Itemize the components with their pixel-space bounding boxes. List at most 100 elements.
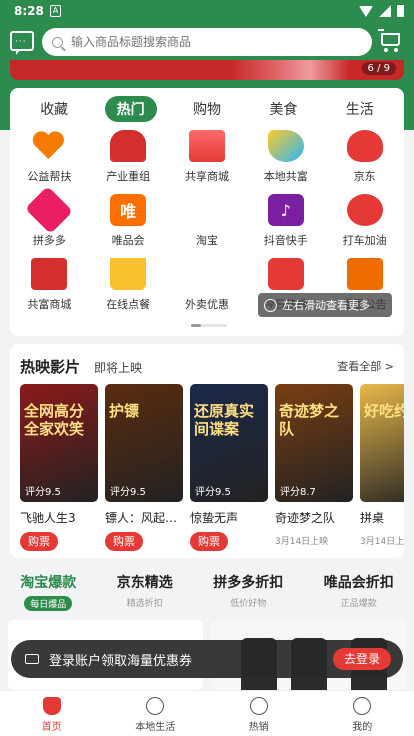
movies-upcoming-tab[interactable]: 即将上映	[94, 359, 142, 376]
movie-score: 评分9.5	[195, 487, 231, 498]
grid-item-label: 淘宝	[195, 234, 218, 247]
grid-item-label: 打车加油	[342, 234, 387, 247]
grid-item[interactable]: 淘淘宝	[168, 194, 247, 250]
grid-item[interactable]: 共富商城	[10, 258, 89, 314]
shop-tab-name: 拼多多折扣	[213, 575, 284, 591]
movie-poster[interactable]: 奇迹梦之队 评分8.7	[275, 384, 353, 502]
flame-icon	[249, 697, 268, 715]
grid-scroll-indicator	[191, 324, 227, 327]
taobao-icon: 淘	[198, 202, 215, 221]
shop-tab[interactable]: 京东精选 精选折扣	[117, 572, 173, 612]
grid-item[interactable]: 公益帮扶	[10, 130, 89, 186]
wifi-icon	[359, 5, 373, 17]
shop-tab[interactable]: 淘宝爆款 每日爆品	[20, 572, 76, 612]
status-time: 8:28	[14, 4, 44, 18]
movies-title[interactable]: 热映影片	[20, 356, 80, 377]
promo-banner[interactable]: 6 / 9	[10, 60, 404, 80]
banner-image	[230, 60, 350, 80]
home-icon	[42, 697, 61, 715]
login-button[interactable]: 去登录	[333, 648, 391, 670]
shop-tab-subtitle: 每日爆品	[24, 596, 73, 611]
movie-card[interactable]: 还原真实间谍案评分9.5 惊蛰无声购票	[190, 384, 268, 551]
movie-card[interactable]: 护镖评分9.5 镖人：风起… 购票	[105, 384, 183, 551]
shop-tab[interactable]: 唯品会折扣 正品爆款	[324, 572, 394, 612]
search-bar[interactable]	[42, 28, 372, 56]
grid-item[interactable]: 产业重组	[89, 130, 168, 186]
login-toast: 登录账户领取海量优惠券 去登录	[11, 640, 403, 678]
news-icon	[346, 258, 383, 290]
poster-headline: 还原真实间谍案	[194, 402, 255, 438]
shop-tab-name: 京东精选	[116, 575, 173, 591]
fries-icon	[110, 258, 147, 290]
grid-item[interactable]: 唯唯品会	[89, 194, 168, 250]
grid-item-label: 产业重组	[106, 170, 151, 183]
nav-item-label: 本地生活	[135, 722, 176, 733]
shopping-bag-icon	[188, 130, 225, 162]
coupon-icon	[25, 654, 39, 664]
shop-tab-subtitle: 低价好物	[230, 599, 267, 609]
category-tabs: 收藏 热门 购物 美食 生活	[10, 96, 404, 122]
movie-poster[interactable]: 好吃约会	[360, 384, 404, 502]
shop-tab-name: 唯品会折扣	[323, 575, 394, 591]
movies-header: 热映影片 即将上映	[20, 356, 142, 377]
buy-ticket-button[interactable]: 购票	[20, 532, 58, 551]
login-toast-text: 登录账户领取海量优惠券	[49, 653, 193, 669]
poster-headline: 全网高分全家欢笑	[24, 402, 85, 438]
movies-view-all-link[interactable]: 查看全部 >	[337, 358, 394, 374]
sim-notification-icon: A	[50, 5, 61, 17]
movie-card[interactable]: 好吃约会拼桌 3月14日上映	[360, 384, 404, 551]
shop-tab-subtitle: 精选折扣	[126, 599, 163, 609]
movie-card[interactable]: 全网高分全家欢笑 评分9.5 飞驰人生3 购票	[20, 384, 98, 551]
category-tab[interactable]: 收藏	[28, 96, 80, 122]
movie-title: 镖人：风起…	[105, 511, 178, 525]
search-input[interactable]	[71, 35, 351, 49]
map-pin-icon	[267, 130, 304, 162]
shop-tab-name: 淘宝爆款	[20, 575, 77, 591]
pinduoduo-icon	[25, 185, 74, 235]
category-tab[interactable]: 美食	[257, 96, 309, 122]
grid-item[interactable]: 打车加油	[325, 194, 404, 250]
grid-item[interactable]: ♪ 抖音快手	[246, 194, 325, 250]
deer-icon: ≻	[200, 264, 214, 284]
grid-item[interactable]: ≻ 外卖优惠	[168, 258, 247, 314]
category-grid: 公益帮扶 产业重组 共享商城 本地共富 京东 拼多多唯唯品会淘淘宝 ♪ 抖音快手 打车加油 共富商…	[10, 130, 404, 314]
nav-item[interactable]: 我的	[322, 691, 402, 736]
signal-icon	[379, 5, 391, 17]
category-tab[interactable]: 热门	[104, 96, 157, 122]
movie-poster[interactable]: 全网高分全家欢笑评分9.5	[20, 384, 98, 502]
nav-item[interactable]: 首页	[12, 691, 92, 736]
message-icon[interactable]: ···	[10, 31, 34, 55]
movie-score: 评分9.5	[25, 487, 61, 498]
grid-item-label: 外卖优惠	[184, 298, 229, 311]
chart-icon	[267, 258, 304, 290]
movie-score: 评分9.5	[110, 487, 146, 498]
battery-icon	[397, 5, 404, 17]
shop-tab[interactable]: 拼多多折扣 低价好物	[213, 572, 283, 612]
grid-item-label: 唯品会	[111, 234, 145, 247]
movie-poster[interactable]: 还原真实间谍案评分9.5	[190, 384, 268, 502]
poster-headline: 护镖	[109, 402, 140, 420]
buy-ticket-button[interactable]: 购票	[105, 532, 143, 551]
cart-icon[interactable]	[378, 29, 402, 52]
release-date: 3月14日上映	[360, 537, 404, 547]
handshake-heart-icon	[31, 130, 67, 162]
nav-item[interactable]: 热销	[219, 691, 299, 736]
buy-ticket-button[interactable]: 购票	[190, 532, 228, 551]
poster-headline: 好吃约会	[364, 402, 404, 420]
shop-tab-subtitle: 正品爆款	[340, 599, 377, 609]
grid-item-label: 抖音快手	[263, 234, 308, 247]
grid-item[interactable]: 共享商城	[168, 130, 247, 186]
grid-item[interactable]: 京东	[325, 130, 404, 186]
category-tab[interactable]: 购物	[181, 96, 233, 122]
grid-item[interactable]: 在线点餐	[89, 258, 168, 314]
grid-item[interactable]: 拼多多	[10, 185, 89, 250]
movie-title: 惊蛰无声	[190, 511, 239, 525]
movie-card[interactable]: 奇迹梦之队 评分8.7 奇迹梦之队 3月14日上映	[275, 384, 353, 551]
grid-item-label: 拼多多	[32, 234, 66, 247]
movie-poster[interactable]: 护镖评分9.5	[105, 384, 183, 502]
grid-item[interactable]: 本地共富	[246, 130, 325, 186]
nav-item[interactable]: 本地生活	[115, 691, 195, 736]
local-life-icon	[146, 697, 165, 715]
people-group-icon	[110, 130, 147, 162]
category-tab[interactable]: 生活	[334, 96, 386, 122]
